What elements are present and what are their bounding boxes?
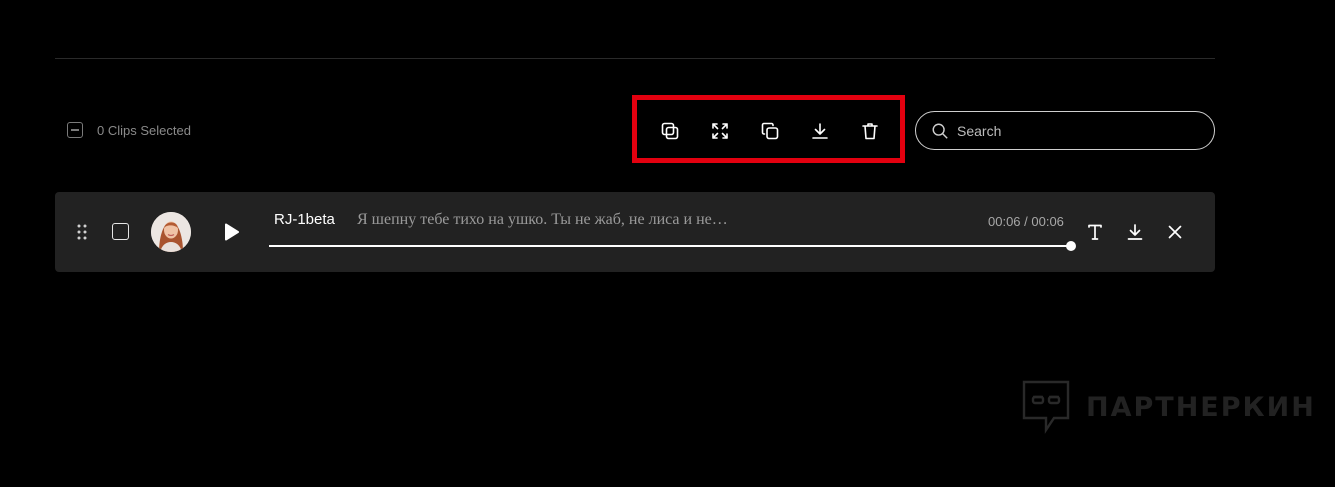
progress-knob[interactable]	[1066, 241, 1076, 251]
search-box[interactable]	[915, 111, 1215, 150]
play-button[interactable]	[221, 221, 241, 243]
watermark-text: ПАРТНЕРКИН	[1086, 391, 1316, 423]
clip-time: 00:06 / 00:06	[988, 214, 1064, 229]
clip-download-button[interactable]	[1123, 220, 1147, 244]
bulk-actions-toolbar	[655, 116, 885, 146]
drag-handle-icon[interactable]	[75, 224, 89, 240]
voice-name: RJ-1beta	[274, 211, 335, 228]
select-all-checkbox[interactable]	[67, 122, 83, 138]
top-divider	[55, 58, 1215, 59]
download-icon	[1127, 224, 1143, 240]
merge-clips-icon	[661, 122, 679, 140]
search-input[interactable]	[957, 122, 1197, 139]
remove-clip-button[interactable]	[1163, 220, 1187, 244]
duplicate-button[interactable]	[755, 116, 785, 146]
text-icon	[1088, 224, 1102, 240]
selection-summary: 0 Clips Selected	[67, 122, 191, 138]
play-icon	[224, 223, 240, 241]
delete-button[interactable]	[855, 116, 885, 146]
clip-row: RJ-1beta Я шепну тебе тихо на ушко. Ты н…	[55, 192, 1215, 272]
duplicate-icon	[761, 122, 779, 140]
expand-icon	[712, 123, 728, 139]
watermark: ПАРТНЕРКИН	[1020, 378, 1316, 436]
clips-selected-label: 0 Clips Selected	[97, 122, 191, 138]
voice-avatar	[151, 212, 191, 252]
expand-button[interactable]	[705, 116, 735, 146]
trash-icon	[862, 123, 878, 140]
close-icon	[1168, 225, 1182, 239]
search-icon	[932, 123, 948, 139]
download-button[interactable]	[805, 116, 835, 146]
merge-clips-button[interactable]	[655, 116, 685, 146]
edit-text-button[interactable]	[1083, 220, 1107, 244]
download-icon	[812, 123, 828, 139]
progress-bar[interactable]	[269, 245, 1071, 247]
clip-text[interactable]: Я шепну тебе тихо на ушко. Ты не жаб, не…	[357, 211, 728, 229]
clip-checkbox[interactable]	[112, 223, 129, 240]
chat-logo-icon	[1022, 380, 1070, 434]
